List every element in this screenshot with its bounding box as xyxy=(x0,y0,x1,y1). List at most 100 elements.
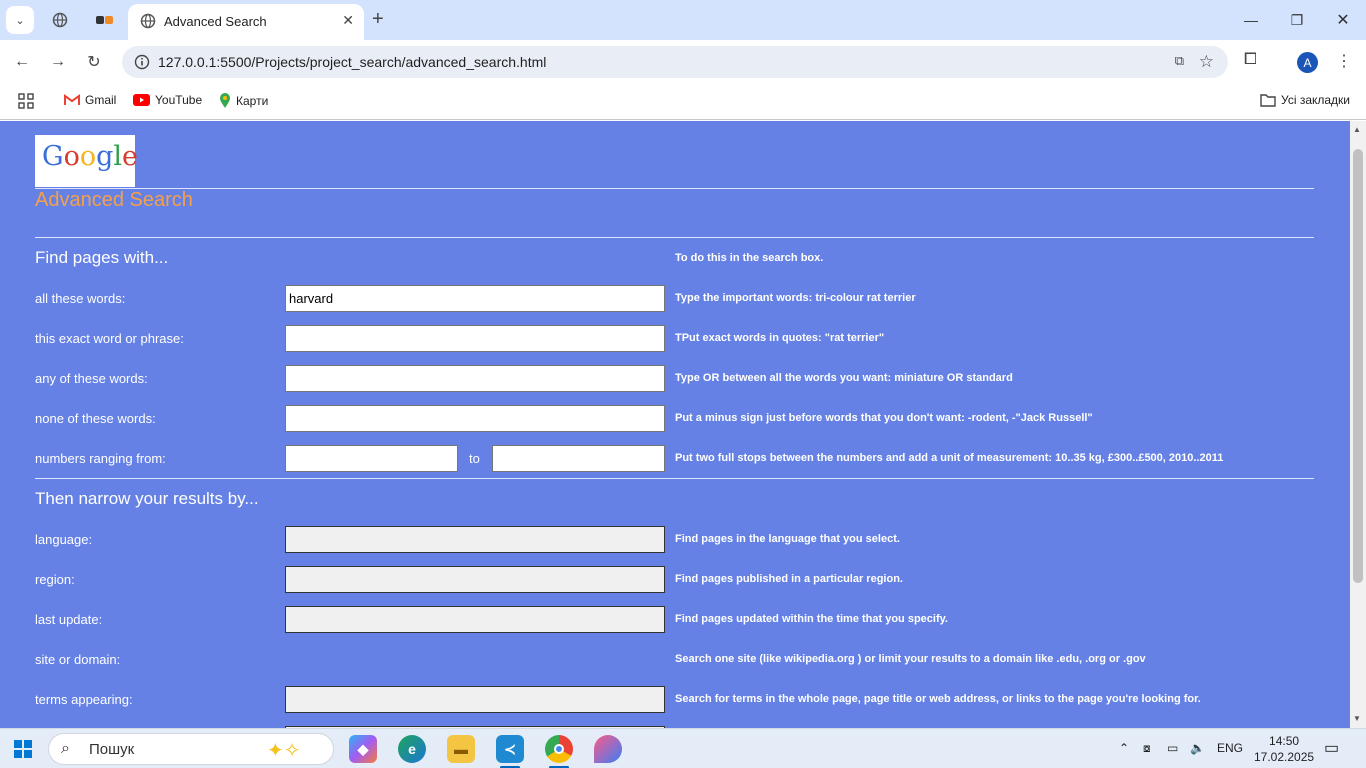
profile-avatar[interactable]: A xyxy=(1297,52,1318,73)
last-update-hint: Find pages updated within the time that … xyxy=(675,613,948,625)
last-update-select[interactable] xyxy=(285,606,665,633)
copilot-sparkle-icon: ✦✧ xyxy=(267,740,301,762)
narrow-results-heading: Then narrow your results by... xyxy=(35,489,259,508)
chrome-app-icon[interactable] xyxy=(545,735,573,763)
tab-search-button[interactable]: ⌄ xyxy=(6,6,34,34)
language-indicator[interactable]: ENG xyxy=(1217,741,1243,755)
clock-date: 17.02.2025 xyxy=(1254,750,1315,764)
region-select[interactable] xyxy=(285,566,665,593)
page-content: Google Advanced Search Find pages with..… xyxy=(0,121,1350,728)
bookmark-youtube[interactable]: YouTube xyxy=(133,93,202,107)
reload-button[interactable]: ↻ xyxy=(82,50,106,74)
all-bookmarks-label: Усі закладки xyxy=(1281,93,1351,107)
youtube-icon xyxy=(133,94,150,106)
exact-phrase-label: this exact word or phrase: xyxy=(35,331,184,346)
system-clock[interactable]: 14:50 17.02.2025 xyxy=(1254,733,1314,765)
browser-toolbar: ← → ↻ 127.0.0.1:5500/Projects/project_se… xyxy=(0,40,1366,84)
start-button[interactable] xyxy=(14,740,32,758)
numbers-to-input[interactable] xyxy=(492,445,665,472)
new-tab-button[interactable]: + xyxy=(372,8,384,30)
taskbar-search[interactable]: ⌕ Пошук ✦✧ xyxy=(48,733,334,765)
file-explorer-icon[interactable]: ▬ xyxy=(447,735,475,763)
language-hint: Find pages in the language that you sele… xyxy=(675,533,900,545)
scroll-up-icon[interactable]: ▲ xyxy=(1353,125,1361,134)
windows-taskbar: ⌕ Пошук ✦✧ ◆ e ▬ ≺ ⌃ ⧇ ▭ 🔈 ENG 14:50 17.… xyxy=(0,728,1366,768)
bookmark-label: Карти xyxy=(236,94,269,108)
all-words-label: all these words: xyxy=(35,291,126,306)
terms-appearing-hint: Search for terms in the whole page, page… xyxy=(675,693,1201,705)
copilot-app-icon[interactable]: ◆ xyxy=(349,735,377,763)
meet-now-icon[interactable]: ⧇ xyxy=(1143,741,1151,756)
windows-logo-icon xyxy=(24,750,32,758)
vscode-app-icon[interactable]: ≺ xyxy=(496,735,524,763)
pinned-tab-app[interactable] xyxy=(94,9,116,31)
tab-title: Advanced Search xyxy=(164,14,267,29)
page-scrollbar[interactable]: ▲ ▼ xyxy=(1350,121,1366,728)
search-icon: ⌕ xyxy=(61,740,70,757)
any-words-input[interactable] xyxy=(285,365,665,392)
clock-time: 14:50 xyxy=(1269,734,1300,748)
bookmark-label: YouTube xyxy=(155,93,203,107)
google-logo[interactable]: Google xyxy=(35,135,139,187)
edge-app-icon[interactable]: e xyxy=(398,735,426,763)
close-tab-icon[interactable]: ✕ xyxy=(342,12,354,29)
forward-button[interactable]: → xyxy=(46,50,70,74)
exact-phrase-input[interactable] xyxy=(285,325,665,352)
tab-strip: ⌄ Advanced Search ✕ + — ❐ ✕ xyxy=(0,0,1366,40)
scroll-down-icon[interactable]: ▼ xyxy=(1353,714,1361,723)
back-button[interactable]: ← xyxy=(10,50,34,74)
none-words-input[interactable] xyxy=(285,405,665,432)
region-hint: Find pages published in a particular reg… xyxy=(675,573,903,585)
translate-icon[interactable]: ⧉ xyxy=(1175,53,1184,69)
extensions-icon[interactable]: ⧠ xyxy=(1244,51,1257,69)
all-words-input[interactable]: harvard xyxy=(285,285,665,312)
pinned-tab-globe[interactable] xyxy=(49,9,71,31)
numbers-range-hint: Put two full stops between the numbers a… xyxy=(675,452,1224,464)
app-favicon-icon xyxy=(96,16,113,24)
find-pages-heading: Find pages with... xyxy=(35,248,169,267)
close-window-button[interactable]: ✕ xyxy=(1320,8,1366,32)
folder-icon xyxy=(1260,94,1276,107)
restore-button[interactable]: ❐ xyxy=(1274,8,1320,32)
apps-grid-icon[interactable] xyxy=(18,93,34,109)
menu-kebab-icon[interactable]: ⋮ xyxy=(1336,51,1352,71)
divider xyxy=(35,237,1314,238)
bookmark-maps[interactable]: Карти xyxy=(219,93,268,109)
bookmark-star-icon[interactable]: ☆ xyxy=(1199,52,1214,72)
gmail-icon xyxy=(64,94,80,105)
site-domain-hint: Search one site (like wikipedia.org ) or… xyxy=(675,653,1146,665)
page-title: Advanced Search xyxy=(35,189,193,211)
globe-icon xyxy=(52,12,68,28)
site-info-icon[interactable] xyxy=(134,54,150,70)
address-bar[interactable]: 127.0.0.1:5500/Projects/project_search/a… xyxy=(122,46,1228,78)
taskbar-search-text: Пошук xyxy=(89,741,135,758)
battery-icon[interactable]: ▭ xyxy=(1167,741,1178,755)
logo-text: Google xyxy=(42,141,139,172)
show-hidden-icons-chevron-icon[interactable]: ⌃ xyxy=(1119,741,1129,755)
last-update-label: last update: xyxy=(35,612,103,627)
notifications-icon[interactable]: ▭ xyxy=(1324,738,1339,758)
minimize-button[interactable]: — xyxy=(1228,8,1274,32)
scrollbar-thumb[interactable] xyxy=(1353,149,1363,583)
bookmarks-bar: Gmail YouTube Карти Усі закладки xyxy=(0,84,1366,120)
numbers-to-label: to xyxy=(469,451,480,466)
site-domain-label: site or domain: xyxy=(35,652,121,667)
bookmark-gmail[interactable]: Gmail xyxy=(64,93,116,107)
language-select[interactable] xyxy=(285,526,665,553)
any-words-hint: Type OR between all the words you want: … xyxy=(675,372,1013,384)
windows-logo-icon xyxy=(14,750,22,758)
numbers-from-input[interactable] xyxy=(285,445,458,472)
url-text: 127.0.0.1:5500/Projects/project_search/a… xyxy=(158,54,547,70)
divider xyxy=(35,478,1314,479)
region-label: region: xyxy=(35,572,75,587)
volume-icon[interactable]: 🔈 xyxy=(1190,741,1205,755)
maps-pin-icon xyxy=(220,93,230,108)
tab-advanced-search[interactable]: Advanced Search ✕ xyxy=(128,4,364,40)
terms-appearing-select[interactable] xyxy=(285,686,665,713)
language-label: language: xyxy=(35,532,93,547)
bookmark-label: Gmail xyxy=(85,93,117,107)
all-bookmarks-folder[interactable]: Усі закладки xyxy=(1260,93,1350,107)
none-words-label: none of these words: xyxy=(35,411,156,426)
all-words-hint: Type the important words: tri-colour rat… xyxy=(675,292,916,304)
paint-app-icon[interactable] xyxy=(594,735,622,763)
